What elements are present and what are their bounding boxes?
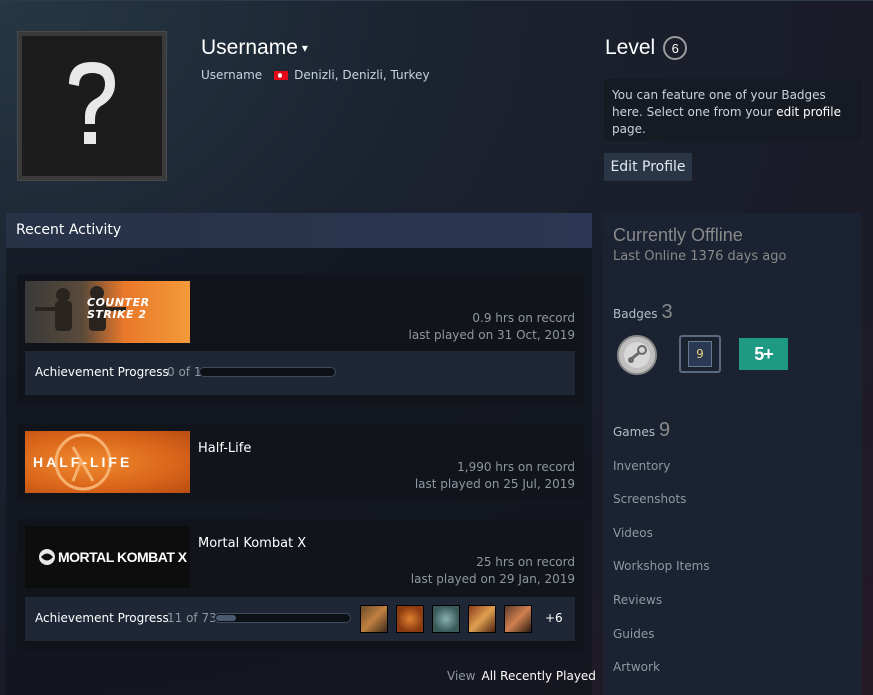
- badges-section-link[interactable]: Badges 3: [613, 301, 673, 324]
- halflife-logo-text: HALF-LIFE: [33, 454, 133, 470]
- sidebar-link-guides[interactable]: Guides: [613, 627, 655, 641]
- game-name[interactable]: Mortal Kombat X: [198, 536, 306, 551]
- profile-subline: Username Denizli, Denizli, Turkey: [201, 68, 430, 82]
- achievement-label: Achievement Progress: [35, 365, 169, 379]
- achievement-icon[interactable]: [504, 605, 532, 633]
- sidebar-link-workshop-items[interactable]: Workshop Items: [613, 559, 710, 573]
- view-all-recently-played[interactable]: View All Recently Played: [447, 669, 596, 683]
- sidebar-link-videos[interactable]: Videos: [613, 526, 653, 540]
- chevron-down-icon[interactable]: ▾: [302, 41, 308, 55]
- avatar[interactable]: [17, 31, 167, 181]
- achievement-label: Achievement Progress: [35, 611, 169, 625]
- achievement-icon[interactable]: [396, 605, 424, 633]
- game-last-played: last played on 29 Jan, 2019: [410, 572, 575, 586]
- achievement-count: 0 of 1: [167, 365, 202, 379]
- achievement-icon[interactable]: [360, 605, 388, 633]
- game-capsule-mkx[interactable]: MORTAL KOMBAT X: [25, 526, 190, 588]
- sidebar-link-reviews[interactable]: Reviews: [613, 593, 662, 607]
- game-capsule-halflife[interactable]: HALF-LIFE: [25, 431, 190, 493]
- game-last-played: last played on 25 Jul, 2019: [414, 477, 575, 491]
- badges-label: Badges: [613, 307, 658, 321]
- game-card-cs2: COUNTER STRIKE 2 0.9 hrs on record last …: [17, 275, 584, 405]
- games-section-link[interactable]: Games 9: [613, 419, 670, 442]
- profile-sidebar: [603, 213, 862, 695]
- game-hours: 25 hrs on record: [476, 555, 575, 569]
- edit-profile-button[interactable]: Edit Profile: [604, 153, 692, 181]
- achievement-icon[interactable]: [468, 605, 496, 633]
- years-of-service-badge-icon[interactable]: 5+: [739, 335, 788, 370]
- view-label: View: [447, 669, 476, 683]
- level-badge[interactable]: 6: [663, 36, 688, 60]
- featured-badge-notice: You can feature one of your Badges here.…: [604, 79, 862, 141]
- level-badge-icon[interactable]: 9: [679, 335, 721, 373]
- game-hours: 0.9 hrs on record: [472, 311, 575, 325]
- turkey-flag-icon: [274, 70, 289, 80]
- achievement-progress-row[interactable]: Achievement Progress 0 of 1: [25, 351, 575, 395]
- level-label: Level: [605, 36, 656, 59]
- last-online: Last Online 1376 days ago: [613, 249, 787, 264]
- game-card-mkx: MORTAL KOMBAT X Mortal Kombat X 25 hrs o…: [17, 519, 584, 650]
- achievement-progress-row[interactable]: Achievement Progress 11 of 73 +6: [25, 597, 575, 641]
- location: Denizli, Denizli, Turkey: [294, 68, 430, 82]
- real-name: Username: [201, 68, 263, 82]
- achievement-count: 11 of 73: [167, 611, 217, 625]
- online-status: Currently Offline: [613, 225, 743, 245]
- sidebar-link-screenshots[interactable]: Screenshots: [613, 492, 686, 506]
- persona-name-text: Username: [201, 36, 298, 59]
- avatar-placeholder-icon: [22, 36, 162, 176]
- badges-count: 3: [661, 301, 673, 323]
- steam-badge-icon[interactable]: [614, 335, 660, 379]
- sidebar-link-inventory[interactable]: Inventory: [613, 459, 670, 473]
- achievement-progress-bar: [214, 613, 351, 623]
- game-card-halflife: HALF-LIFE Half-Life 1,990 hrs on record …: [17, 424, 584, 500]
- profile-level: Level 6: [605, 36, 688, 60]
- games-label: Games: [613, 425, 655, 439]
- achievement-progress-bar: [199, 367, 336, 377]
- more-achievements[interactable]: +6: [545, 611, 563, 625]
- persona-name[interactable]: Username ▾: [201, 36, 308, 60]
- years-badge-label: 5+: [739, 338, 788, 370]
- games-count: 9: [658, 419, 671, 441]
- cs2-logo-text: COUNTER STRIKE 2: [87, 296, 150, 321]
- level-badge-number: 9: [688, 341, 712, 367]
- game-capsule-cs2[interactable]: COUNTER STRIKE 2: [25, 281, 190, 343]
- mkx-logo-text: MORTAL KOMBAT X: [58, 549, 187, 565]
- edit-profile-link[interactable]: edit profile: [776, 105, 841, 119]
- view-all-link[interactable]: All Recently Played: [481, 669, 595, 683]
- recent-activity-header: Recent Activity: [6, 213, 592, 248]
- badge-notice-text-end: page.: [612, 122, 646, 136]
- top-divider: [0, 0, 873, 1]
- game-hours: 1,990 hrs on record: [457, 460, 575, 474]
- achievement-progress-fill: [216, 615, 236, 621]
- achievement-icon[interactable]: [432, 605, 460, 633]
- sidebar-link-artwork[interactable]: Artwork: [613, 660, 660, 674]
- game-name[interactable]: Half-Life: [198, 441, 251, 456]
- game-last-played: last played on 31 Oct, 2019: [408, 328, 575, 342]
